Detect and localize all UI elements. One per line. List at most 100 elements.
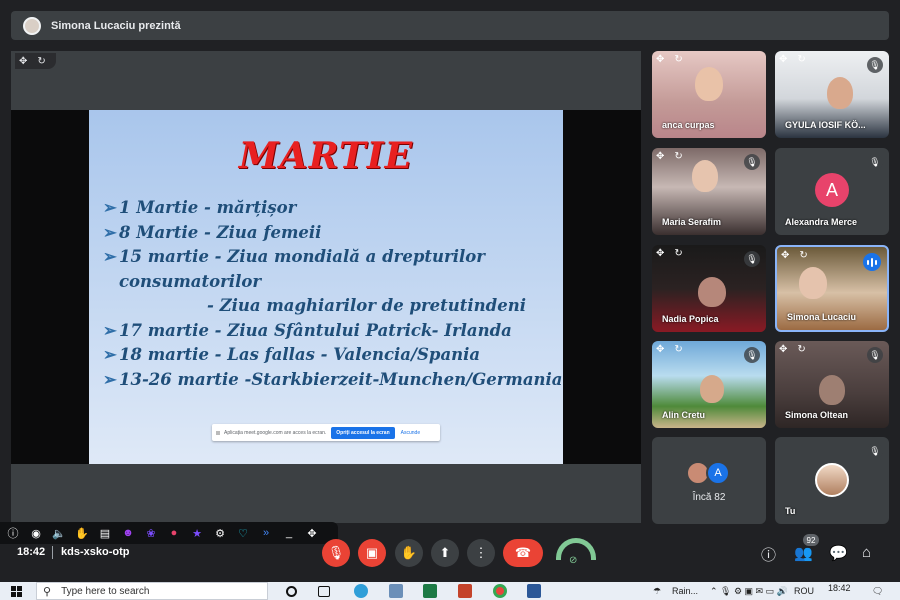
slide-item-text: 17 martie - Ziua Sfântului Patrick- Irla… [119, 320, 512, 340]
mic-off-icon: 🎙 [867, 443, 883, 459]
mic-toggle-button[interactable]: 🎙 [322, 539, 350, 567]
participant-tile[interactable]: ✥ ↻ 🎙 Simona Oltean [775, 341, 889, 428]
participant-name: anca curpas [662, 120, 715, 130]
move-icon[interactable]: ✥ [779, 344, 787, 355]
eye-icon[interactable]: ◉ [28, 525, 44, 541]
meeting-details-button[interactable]: ⓘ [761, 544, 776, 565]
camera-toggle-button[interactable]: ▣ [358, 539, 386, 567]
participant-video [700, 375, 724, 403]
windows-taskbar: ⚲ Type here to search ☂ Rain... ⌃ 🎙 ⚙ ▣ … [0, 582, 900, 600]
edge-icon[interactable] [354, 584, 368, 598]
move-icon[interactable]: ✥ [304, 525, 320, 541]
present-screen-button[interactable]: ⬆ [431, 539, 459, 567]
notifications-icon[interactable]: 🗨 [872, 586, 883, 597]
weather-icon[interactable]: ☂ [653, 586, 661, 597]
more-avatars: A [686, 461, 730, 485]
participant-name: Simona Lucaciu [787, 312, 857, 322]
participant-tile[interactable]: ✥ ↻ 🎙 Nadia Popica [652, 245, 766, 332]
participant-tile[interactable]: ✥ ↻ 🎙 GYULA IOSIF KÖ... [775, 51, 889, 138]
emoji-icon[interactable]: ☻ [120, 525, 136, 541]
move-icon[interactable]: ✥ [656, 54, 664, 65]
raise-hand-button[interactable]: ✋ [395, 539, 423, 567]
word-icon[interactable] [527, 584, 541, 598]
task-view-icon[interactable] [318, 586, 330, 597]
hide-notice-button[interactable]: Ascunde [401, 430, 420, 436]
slide-item: ➢ 8 Martie - Ziua femeii [103, 221, 563, 246]
rotate-icon[interactable]: ↻ [799, 250, 807, 261]
more-participants-tile[interactable]: A Încă 82 [652, 437, 766, 524]
presenting-banner[interactable]: Simona Lucaciu prezintă [11, 11, 889, 40]
participant-tile[interactable]: ✥ ↻ 🎙 Maria Serafim [652, 148, 766, 235]
minimize-icon[interactable]: _ [281, 525, 297, 541]
chat-icon[interactable]: 💬 [829, 544, 848, 562]
notes-icon[interactable]: ▤ [97, 525, 113, 541]
floating-toolbar: ⓘ ◉ 🔈 ✋ ▤ ☻ ❀ ● ★ ⚙ ♡ » _ ✥ [0, 522, 338, 544]
tray-icons[interactable]: ⌃ 🎙 ⚙ ▣ ✉ ▭ 🔊 [710, 586, 788, 597]
mail-icon[interactable] [389, 584, 403, 598]
cortana-icon[interactable] [286, 586, 297, 597]
info-icon[interactable]: ⓘ [5, 525, 21, 541]
more-participants-label: Încă 82 [692, 492, 726, 503]
rotate-icon[interactable]: ↻ [797, 344, 805, 355]
mic-off-icon: 🎙 [867, 154, 883, 170]
powerpoint-icon[interactable] [458, 584, 472, 598]
participant-tile[interactable]: A 🎙 Alexandra Merce [775, 148, 889, 235]
stop-sharing-button[interactable]: Opriți accesul la ecran [331, 426, 395, 439]
participant-tile[interactable]: ✥ ↻ anca curpas [652, 51, 766, 138]
speaking-indicator-icon [863, 253, 881, 271]
hang-up-icon: ☎ [514, 545, 532, 560]
more-options-button[interactable]: ⋮ [467, 539, 495, 567]
move-icon[interactable]: ✥ [19, 56, 27, 67]
people-icon[interactable]: 👥 [794, 544, 813, 562]
heart-icon[interactable]: ♡ [235, 525, 251, 541]
forward-icon[interactable]: » [258, 525, 274, 541]
chrome-icon[interactable] [493, 584, 507, 598]
slide-list: ➢ 1 Martie - mărțișor ➢ 8 Martie - Ziua fe… [103, 196, 563, 392]
taskbar-search[interactable]: ⚲ Type here to search [36, 582, 268, 600]
self-tile[interactable]: 🎙 Tu [775, 437, 889, 524]
participant-video [799, 267, 827, 299]
tile-controls: ✥ ↻ [656, 151, 683, 162]
rotate-icon[interactable]: ↻ [674, 151, 682, 162]
search-placeholder: Type here to search [61, 585, 150, 597]
tile-controls: ✥ ↻ [656, 248, 683, 259]
move-icon[interactable]: ✥ [656, 151, 664, 162]
rotate-icon[interactable]: ↻ [37, 56, 45, 67]
rotate-icon[interactable]: ↻ [674, 248, 682, 259]
slide-item-text: 8 Martie - Ziua femeii [119, 222, 322, 242]
rotate-icon[interactable]: ↻ [797, 54, 805, 65]
participant-tile-active-speaker[interactable]: ✥ ↻ Simona Lucaciu [775, 245, 889, 332]
weather-label[interactable]: Rain... [672, 586, 698, 596]
move-icon[interactable]: ✥ [779, 54, 787, 65]
chat-icon[interactable]: ● [166, 525, 182, 541]
presentation-bottom-band [11, 464, 641, 523]
tile-controls: ✥ ↻ [779, 344, 806, 355]
gear-icon[interactable]: ⚙ [212, 525, 228, 541]
participant-video [819, 375, 845, 405]
excel-icon[interactable] [423, 584, 437, 598]
language-indicator[interactable]: ROU [794, 586, 814, 596]
activities-icon[interactable]: ⌂ [862, 544, 871, 561]
move-icon[interactable]: ✥ [656, 248, 664, 259]
camera-off-icon: ▣ [365, 545, 379, 560]
participant-name: Nadia Popica [662, 314, 719, 324]
taskbar-clock[interactable]: 18:42 [828, 583, 851, 593]
hand-icon[interactable]: ✋ [74, 525, 90, 541]
search-icon: ⚲ [43, 585, 52, 598]
participant-name: Simona Oltean [785, 410, 849, 420]
move-icon[interactable]: ✥ [656, 344, 664, 355]
leave-call-button[interactable]: ☎ [503, 539, 543, 567]
arrow-bullet-icon: ➢ [103, 345, 117, 364]
rotate-icon[interactable]: ↻ [674, 344, 682, 355]
participant-tile[interactable]: ✥ ↻ 🎙 Alin Cretu [652, 341, 766, 428]
star-icon[interactable]: ★ [189, 525, 205, 541]
windows-start-icon[interactable] [11, 586, 22, 597]
meeting-code[interactable]: kds-xsko-otp [61, 546, 129, 558]
volume-icon[interactable]: 🔈 [51, 525, 67, 541]
rotate-icon[interactable]: ↻ [674, 54, 682, 65]
ribbon-icon[interactable]: ❀ [143, 525, 159, 541]
move-icon[interactable]: ✥ [781, 250, 789, 261]
participant-video [698, 277, 726, 307]
more-vert-icon: ⋮ [474, 545, 488, 560]
self-name: Tu [785, 506, 796, 516]
